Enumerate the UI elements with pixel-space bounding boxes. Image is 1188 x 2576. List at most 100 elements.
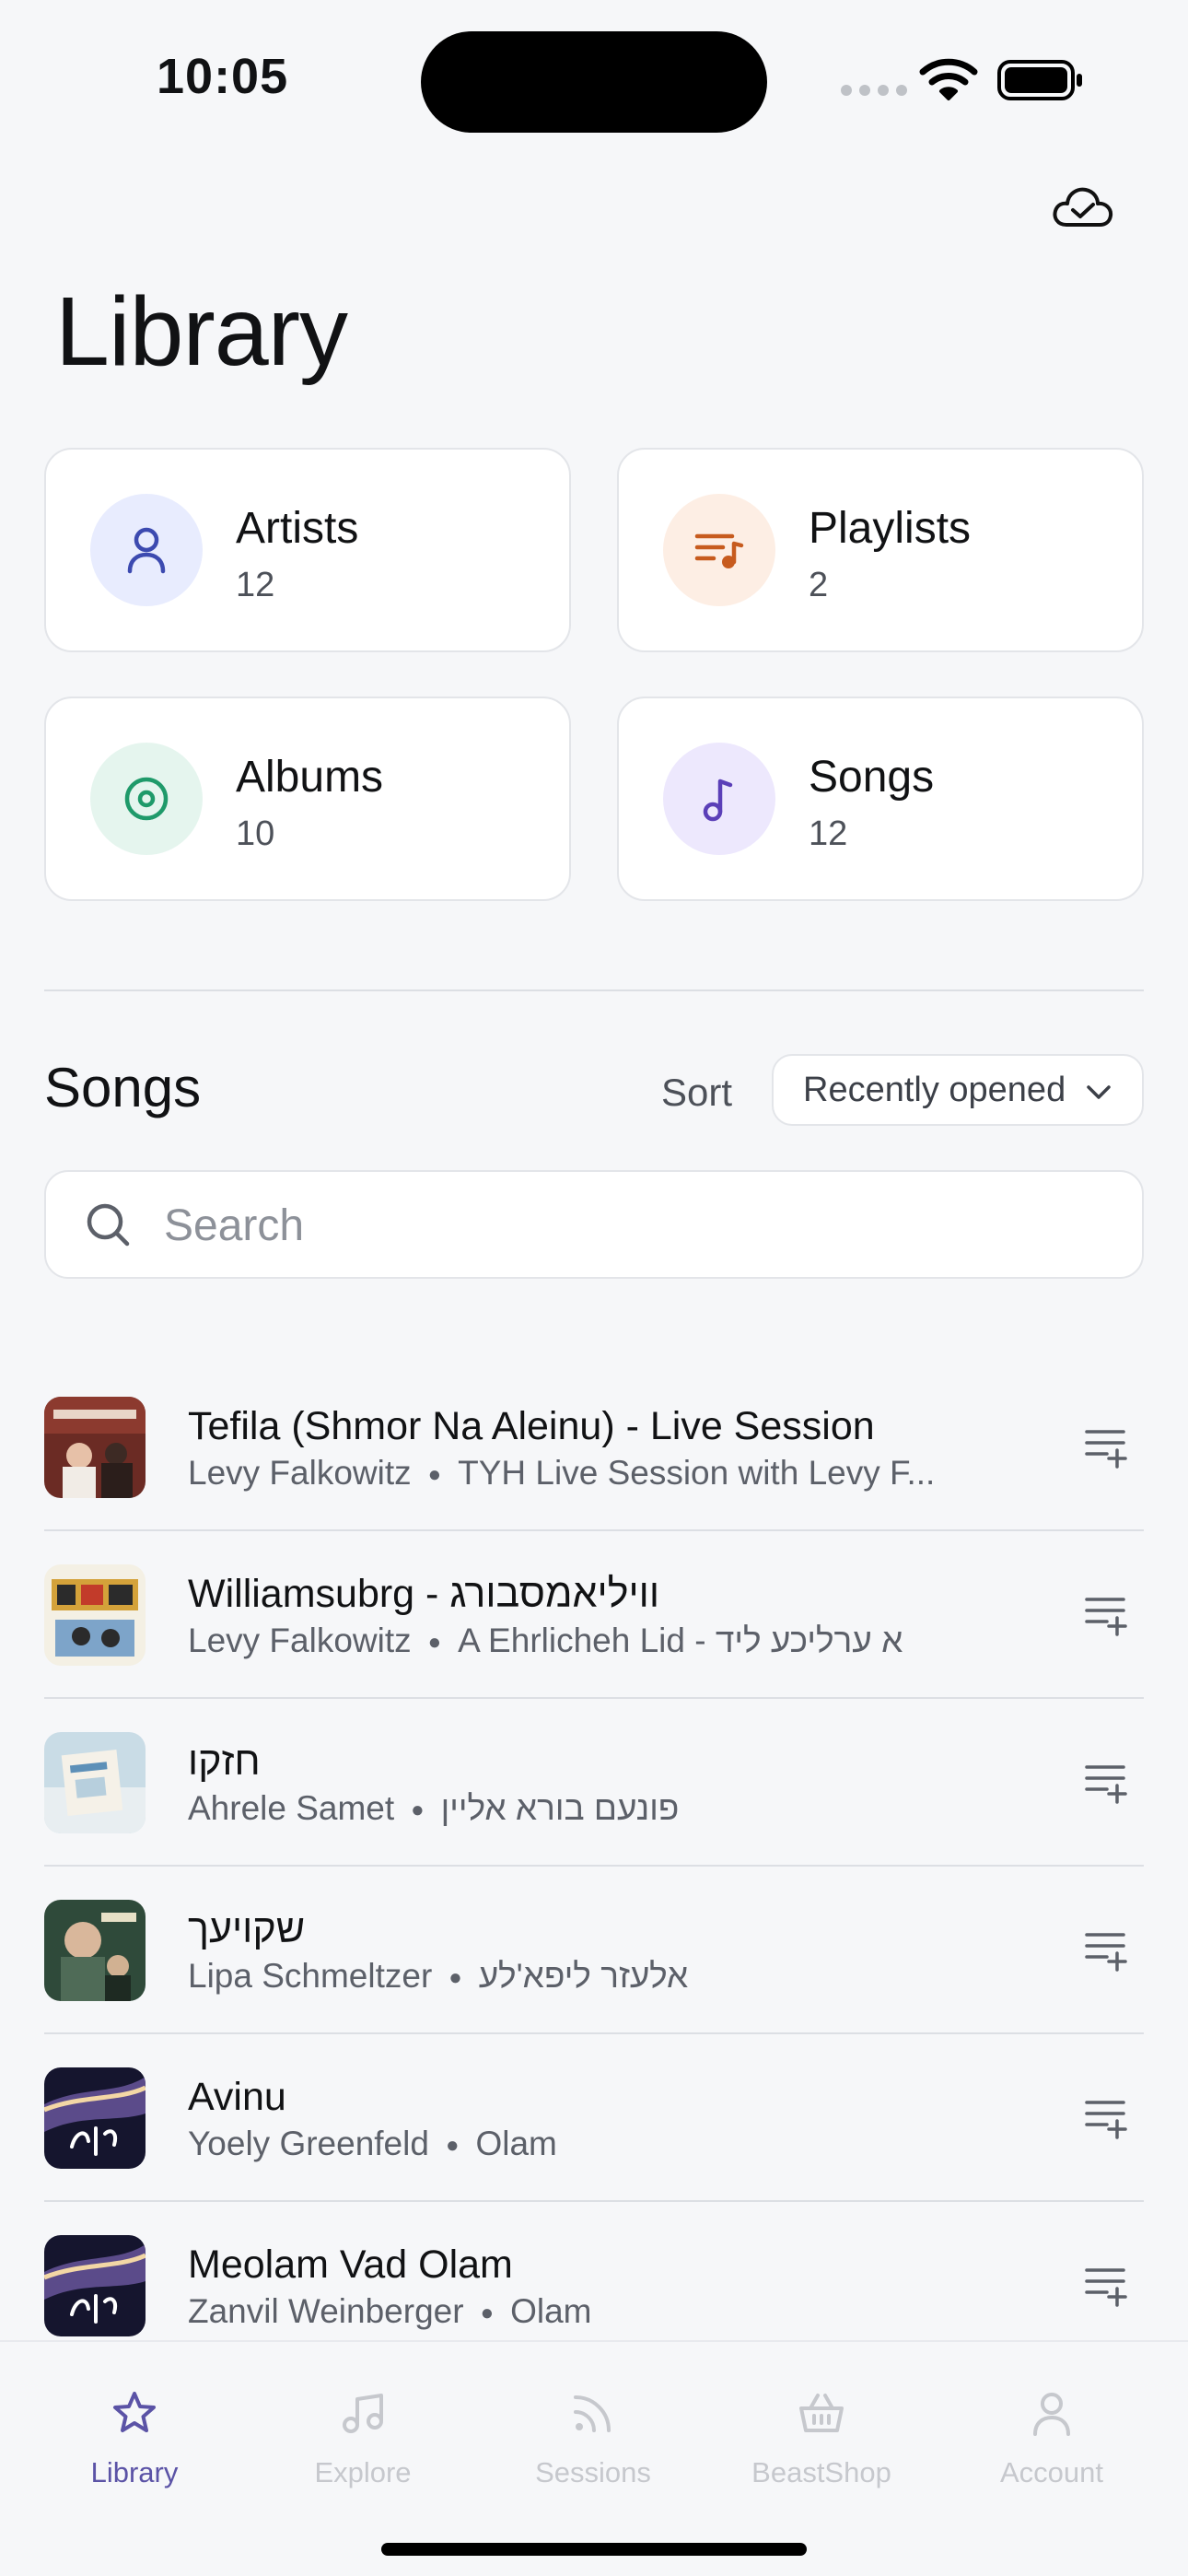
tab-sessions[interactable]: Sessions — [479, 2342, 707, 2499]
album-art — [44, 1564, 146, 1666]
music-note-icon — [703, 779, 733, 822]
battery-icon — [997, 60, 1082, 100]
album-art — [44, 1732, 146, 1833]
person-icon — [127, 527, 166, 574]
tab-library[interactable]: Library — [20, 2342, 249, 2499]
home-indicator[interactable] — [381, 2543, 807, 2556]
playlist-icon — [694, 533, 744, 568]
song-row[interactable]: שקויעך Lipa Schmeltzer ● אלעזר ליפא'לע — [44, 1867, 1144, 2034]
song-row[interactable]: Tefila (Shmor Na Aleinu) - Live Session … — [44, 1364, 1144, 1531]
song-artist: Levy Falkowitz — [188, 1622, 412, 1659]
card-label: Artists — [236, 504, 359, 553]
song-meta: Ahrele Samet ● פונעם בורא אליין — [188, 1789, 679, 1828]
song-meta: Yoely Greenfeld ● Olam — [188, 2125, 557, 2163]
wifi-icon — [919, 58, 978, 100]
songs-section-title: Songs — [44, 1057, 202, 1118]
add-to-queue-icon[interactable] — [1083, 2263, 1129, 2309]
star-icon — [113, 2392, 156, 2432]
song-meta: Levy Falkowitz ● A Ehrlicheh Lid - א ערליכ… — [188, 1622, 903, 1660]
tab-label: Account — [999, 2456, 1103, 2488]
tab-label: Library — [90, 2456, 179, 2488]
chevron-down-icon — [1087, 1085, 1111, 1099]
meta-separator: ● — [427, 1630, 442, 1656]
artists-card[interactable]: Artists 12 — [44, 448, 571, 652]
song-artist: Lipa Schmeltzer — [188, 1957, 433, 1995]
song-title: Meolam Vad Olam — [188, 2242, 513, 2287]
song-meta: Zanvil Weinberger ● Olam — [188, 2292, 591, 2331]
music-note-icon — [343, 2394, 383, 2433]
page-title: Library — [55, 277, 348, 386]
song-album: פונעם בורא אליין — [440, 1789, 680, 1827]
meta-separator: ● — [480, 2301, 495, 2326]
search-input[interactable] — [164, 1194, 1085, 1257]
song-title: Tefila (Shmor Na Aleinu) - Live Session — [188, 1404, 875, 1448]
tab-label: BeastShop — [751, 2456, 891, 2488]
sort-value: Recently opened — [803, 1070, 1066, 1109]
album-art — [44, 2235, 146, 2336]
tab-beastshop[interactable]: BeastShop — [707, 2342, 936, 2499]
song-row[interactable]: Avinu Yoely Greenfeld ● Olam — [44, 2034, 1144, 2202]
meta-separator: ● — [445, 2133, 460, 2159]
card-count: 10 — [236, 814, 275, 853]
playlists-badge — [663, 494, 775, 606]
songs-badge — [663, 743, 775, 855]
song-meta: Levy Falkowitz ● TYH Live Session with Lev… — [188, 1454, 935, 1493]
song-album: A Ehrlicheh Lid - א ערליכע ליד — [458, 1622, 903, 1659]
song-meta: Lipa Schmeltzer ● אלעזר ליפא'לע — [188, 1957, 688, 1996]
tab-label: Sessions — [535, 2456, 651, 2488]
song-row[interactable]: Williamsubrg - וויליאמסבורג Levy Falkowi… — [44, 1531, 1144, 1699]
song-album: אלעזר ליפא'לע — [478, 1957, 689, 1995]
add-to-queue-icon[interactable] — [1083, 1760, 1129, 1806]
library-screen: 10:05 Library Artists 12 Playlists 2 Alb… — [0, 0, 1188, 2576]
tab-label: Explore — [314, 2456, 412, 2488]
song-artist: Yoely Greenfeld — [188, 2125, 429, 2162]
cloud-sync-icon[interactable] — [1050, 182, 1116, 232]
song-title: Williamsubrg - וויליאמסבורג — [188, 1572, 659, 1616]
albums-card[interactable]: Albums 10 — [44, 697, 571, 901]
card-count: 12 — [236, 566, 275, 604]
album-icon — [124, 777, 169, 821]
search-icon — [87, 1203, 130, 1247]
song-album: Olam — [475, 2125, 557, 2162]
card-label: Albums — [236, 753, 384, 802]
meta-separator: ● — [427, 1462, 442, 1488]
card-count: 12 — [809, 814, 848, 853]
tab-account[interactable]: Account — [938, 2342, 1166, 2499]
card-label: Songs — [809, 753, 935, 802]
broadcast-icon — [574, 2395, 611, 2432]
add-to-queue-icon[interactable] — [1083, 1927, 1129, 1973]
dynamic-island — [421, 31, 767, 133]
meta-separator: ● — [448, 1965, 462, 1991]
add-to-queue-icon[interactable] — [1083, 2095, 1129, 2141]
status-time: 10:05 — [157, 49, 289, 104]
card-count: 2 — [809, 566, 829, 604]
person-icon — [1033, 2393, 1070, 2436]
albums-badge — [90, 743, 203, 855]
search-bar[interactable] — [44, 1170, 1144, 1279]
song-title: חזקו — [188, 1739, 261, 1784]
album-art — [44, 1397, 146, 1498]
basket-icon — [799, 2394, 844, 2432]
add-to-queue-icon[interactable] — [1083, 1592, 1129, 1638]
album-art — [44, 1900, 146, 2001]
add-to-queue-icon[interactable] — [1083, 1424, 1129, 1470]
song-row[interactable]: חזקו Ahrele Samet ● פונעם בורא אליין — [44, 1699, 1144, 1867]
song-title: שקויעך — [188, 1907, 306, 1951]
song-album: TYH Live Session with Levy F... — [458, 1454, 936, 1492]
card-label: Playlists — [809, 504, 972, 553]
cellular-signal-icon — [841, 85, 907, 96]
song-artist: Ahrele Samet — [188, 1789, 395, 1827]
song-artist: Levy Falkowitz — [188, 1454, 412, 1492]
song-title: Avinu — [188, 2075, 286, 2119]
playlists-card[interactable]: Playlists 2 — [617, 448, 1144, 652]
artists-badge — [90, 494, 203, 606]
meta-separator: ● — [411, 1797, 425, 1823]
album-art — [44, 2067, 146, 2169]
song-album: Olam — [510, 2292, 592, 2330]
songs-card[interactable]: Songs 12 — [617, 697, 1144, 901]
tab-bar: Library Explore Sessions BeastShop Accou… — [0, 2340, 1188, 2576]
song-artist: Zanvil Weinberger — [188, 2292, 464, 2330]
tab-explore[interactable]: Explore — [249, 2342, 477, 2499]
sort-dropdown[interactable]: Recently opened — [772, 1054, 1144, 1126]
section-divider — [44, 989, 1144, 991]
